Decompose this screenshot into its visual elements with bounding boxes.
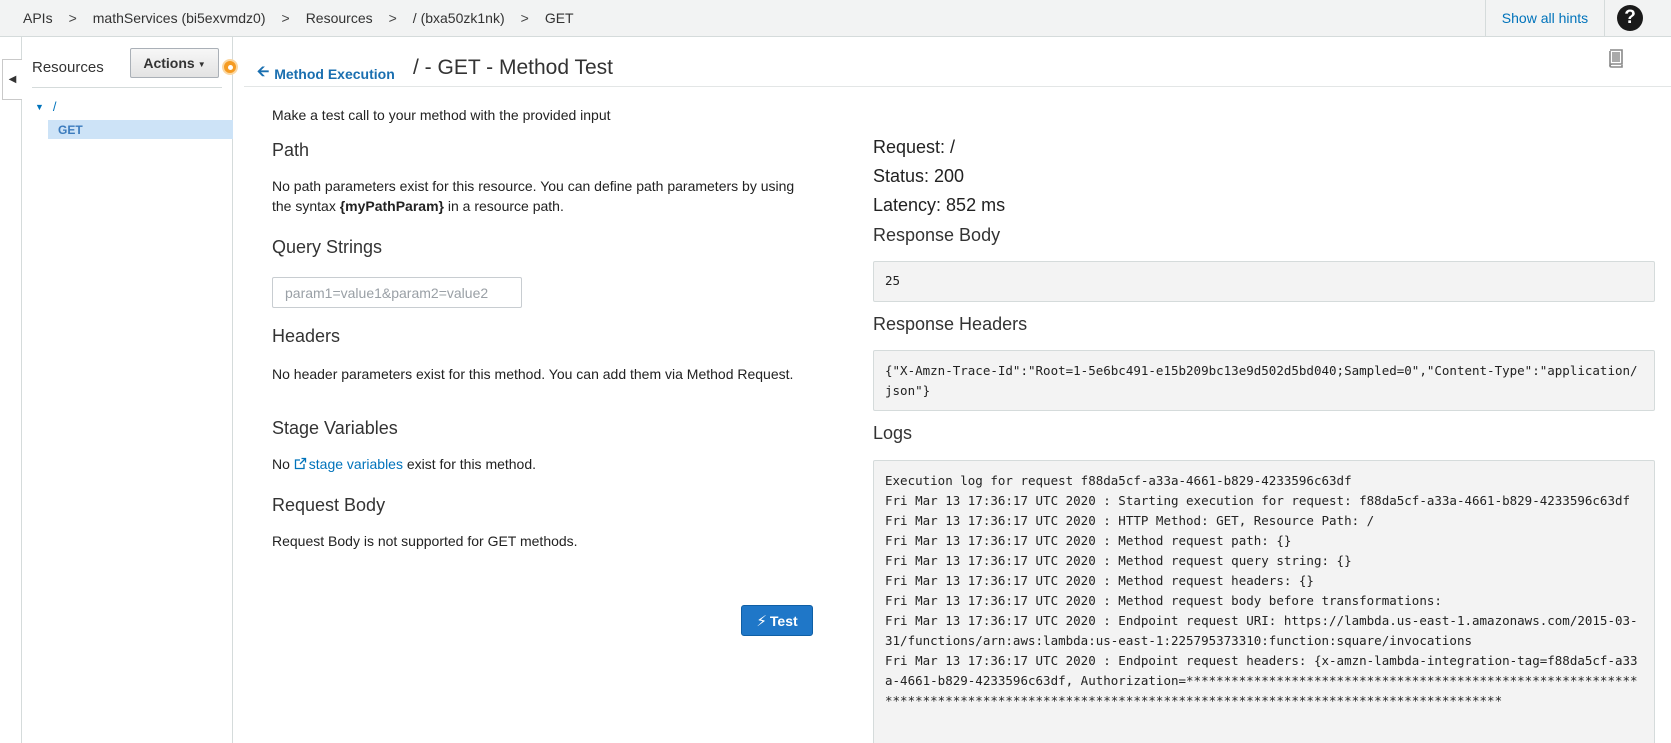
query-strings-input[interactable]	[272, 277, 522, 308]
intro-text: Make a test call to your method with the…	[272, 107, 611, 123]
resources-panel: Resources Actions ▼ ▼ / GET	[22, 37, 238, 743]
top-bar: APIs > mathServices (bi5exvmdz0) > Resou…	[0, 0, 1671, 37]
response-status: Status: 200	[873, 166, 965, 186]
breadcrumb-resources[interactable]: Resources	[306, 10, 373, 26]
request-path: Request: /	[873, 137, 956, 157]
path-text-end: in a resource path.	[443, 198, 564, 214]
response-headers-heading: Response Headers	[873, 314, 1028, 334]
stage-variables-link[interactable]: stage variables	[309, 456, 403, 472]
headers-heading: Headers	[272, 326, 341, 346]
caret-down-icon[interactable]: ▼	[35, 102, 44, 112]
path-description: No path parameters exist for this resour…	[272, 176, 812, 216]
test-label: Test	[769, 612, 798, 629]
resource-tree-root[interactable]: ▼ /	[35, 99, 57, 114]
path-param-token: {myPathParam}	[339, 198, 444, 214]
collapse-sidebar-button[interactable]: ◀	[2, 59, 22, 100]
test-button[interactable]: ⚡︎ Test	[741, 605, 813, 636]
breadcrumb-api-name[interactable]: mathServices (bi5exvmdz0)	[93, 10, 266, 26]
request-body-heading: Request Body	[272, 495, 386, 515]
method-execution-label: Method Execution	[274, 65, 395, 82]
external-link-icon	[294, 457, 306, 470]
show-all-hints-button[interactable]: Show all hints	[1485, 0, 1605, 36]
breadcrumb-separator: >	[68, 10, 77, 26]
breadcrumb-method[interactable]: GET	[545, 10, 574, 26]
stage-suffix: exist for this method.	[402, 456, 537, 472]
help-icon[interactable]: ?	[1617, 5, 1643, 31]
stage-variables-description: No stage variables exist for this method…	[272, 454, 812, 474]
caret-down-icon: ▼	[197, 59, 206, 69]
bolt-icon: ⚡︎	[756, 612, 767, 630]
stage-variables-heading: Stage Variables	[272, 418, 398, 438]
book-icon[interactable]	[1607, 49, 1625, 68]
divider	[32, 87, 222, 88]
resources-title: Resources	[32, 59, 104, 76]
hint-indicator-icon[interactable]	[222, 59, 238, 75]
response-body-heading: Response Body	[873, 225, 1001, 245]
logs-box[interactable]: Execution log for request f88da5cf-a33a-…	[873, 460, 1655, 743]
path-heading: Path	[272, 140, 310, 160]
stage-prefix: No	[272, 456, 294, 472]
actions-dropdown-button[interactable]: Actions ▼	[130, 48, 219, 78]
resource-tree-method-get[interactable]: GET	[48, 120, 233, 139]
response-body-box: 25	[873, 261, 1655, 302]
headers-description: No header parameters exist for this meth…	[272, 366, 794, 382]
caret-left-icon: ◀	[8, 74, 17, 85]
header-divider	[244, 86, 1671, 87]
side-collapse-strip	[0, 37, 22, 743]
method-execution-link[interactable]: 🡨 Method Execution	[257, 61, 395, 86]
query-strings-heading: Query Strings	[272, 237, 383, 257]
breadcrumb-resource-root[interactable]: / (bxa50zk1nk)	[413, 10, 505, 26]
breadcrumb-separator: >	[520, 10, 529, 26]
breadcrumb-separator: >	[281, 10, 290, 26]
logs-heading: Logs	[873, 423, 913, 443]
request-body-description: Request Body is not supported for GET me…	[272, 533, 578, 549]
response-latency: Latency: 852 ms	[873, 195, 1006, 215]
resource-root-label: /	[52, 99, 57, 114]
response-headers-box: {"X-Amzn-Trace-Id":"Root=1-5e6bc491-e15b…	[873, 350, 1655, 411]
breadcrumb-separator: >	[388, 10, 397, 26]
actions-label: Actions	[143, 55, 195, 71]
page-title: / - GET - Method Test	[413, 56, 613, 79]
arrow-left-icon: 🡨	[257, 63, 270, 80]
breadcrumb: APIs > mathServices (bi5exvmdz0) > Resou…	[23, 0, 574, 36]
breadcrumb-apis[interactable]: APIs	[23, 10, 53, 26]
